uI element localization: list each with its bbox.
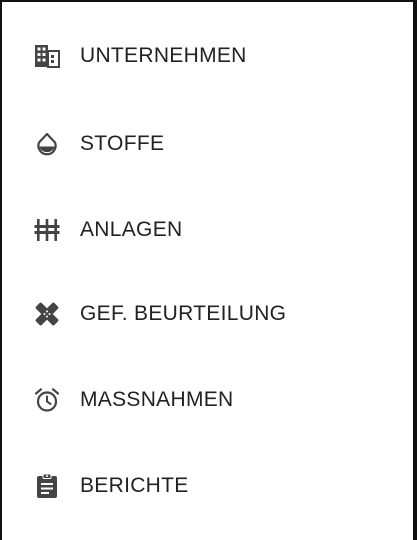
clipboard-icon (34, 473, 60, 499)
menu-item-gef-beurteilung[interactable]: GEF. BEURTEILUNG (2, 274, 413, 354)
bandage-icon (34, 301, 60, 327)
menu-item-label: UNTERNEHMEN (80, 44, 247, 67)
menu-item-label: STOFFE (80, 132, 165, 155)
menu-item-berichte[interactable]: BERICHTE (2, 446, 413, 526)
menu-item-label: BERICHTE (80, 474, 189, 497)
equalizer-icon (34, 217, 60, 243)
domain-icon (34, 43, 60, 69)
menu-item-label: ANLAGEN (80, 218, 183, 241)
menu-item-unternehmen[interactable]: UNTERNEHMEN (2, 16, 413, 96)
menu-item-massnahmen[interactable]: MASSNAHMEN (2, 360, 413, 440)
alarm-icon (34, 387, 60, 413)
menu-item-label: GEF. BEURTEILUNG (80, 302, 287, 325)
menu-item-stoffe[interactable]: STOFFE (2, 104, 413, 184)
navigation-menu: UNTERNEHMEN STOFFE ANLAGEN GEF. BEURTEIL… (2, 2, 413, 540)
water-drop-icon (34, 131, 60, 157)
menu-item-label: MASSNAHMEN (80, 388, 234, 411)
menu-item-anlagen[interactable]: ANLAGEN (2, 190, 413, 270)
window-frame-right (413, 0, 417, 540)
